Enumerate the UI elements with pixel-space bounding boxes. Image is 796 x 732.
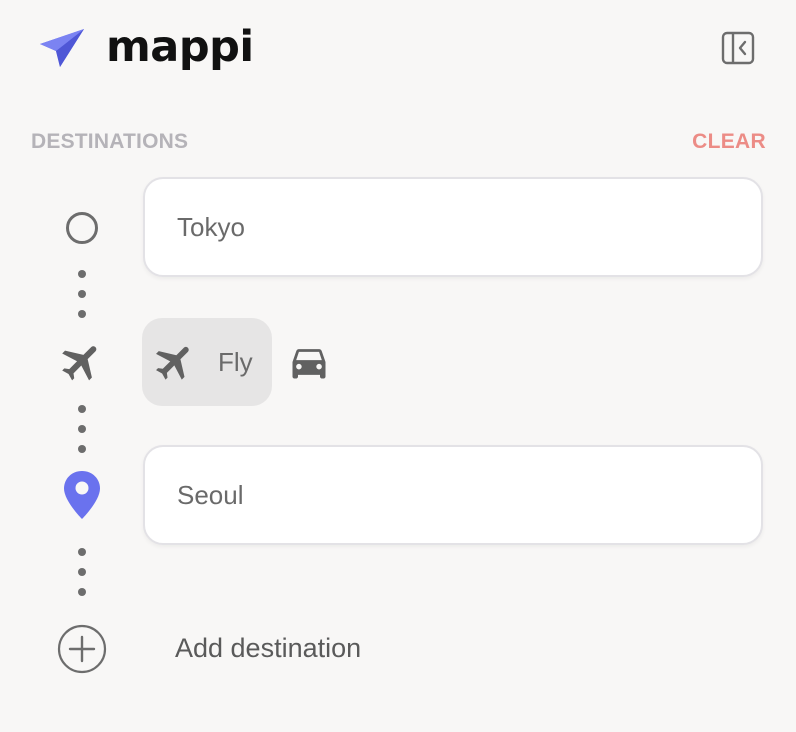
timeline-dot bbox=[78, 270, 86, 278]
car-icon bbox=[292, 349, 326, 379]
airplane-icon bbox=[156, 346, 189, 380]
transport-mode-label: Fly bbox=[218, 346, 253, 377]
sidebar-collapse-icon bbox=[721, 31, 755, 65]
transport-mode-fly-button[interactable]: Fly bbox=[142, 318, 272, 406]
destinations-section-label: DESTINATIONS bbox=[31, 130, 189, 153]
timeline-dot bbox=[78, 425, 86, 433]
timeline-dot bbox=[78, 310, 86, 318]
timeline-dot bbox=[78, 445, 86, 453]
timeline-dot bbox=[78, 290, 86, 298]
timeline-dot bbox=[78, 568, 86, 576]
app-logo-text: mappi bbox=[106, 22, 254, 72]
transport-mode-drive-button[interactable] bbox=[282, 338, 336, 386]
timeline-dot bbox=[78, 405, 86, 413]
map-pin-icon bbox=[60, 469, 104, 521]
add-destination-icon[interactable] bbox=[57, 624, 107, 674]
airplane-icon bbox=[58, 338, 106, 386]
origin-destination-input[interactable] bbox=[143, 177, 763, 277]
logo-paper-plane-icon bbox=[38, 25, 86, 71]
sidebar-collapse-button[interactable] bbox=[716, 26, 760, 70]
clear-destinations-button[interactable]: CLEAR bbox=[692, 130, 766, 154]
timeline-dot bbox=[78, 588, 86, 596]
final-destination-input[interactable] bbox=[143, 445, 763, 545]
add-destination-button[interactable]: Add destination bbox=[175, 633, 361, 664]
timeline-dot bbox=[78, 548, 86, 556]
circle-origin-icon bbox=[64, 210, 100, 246]
